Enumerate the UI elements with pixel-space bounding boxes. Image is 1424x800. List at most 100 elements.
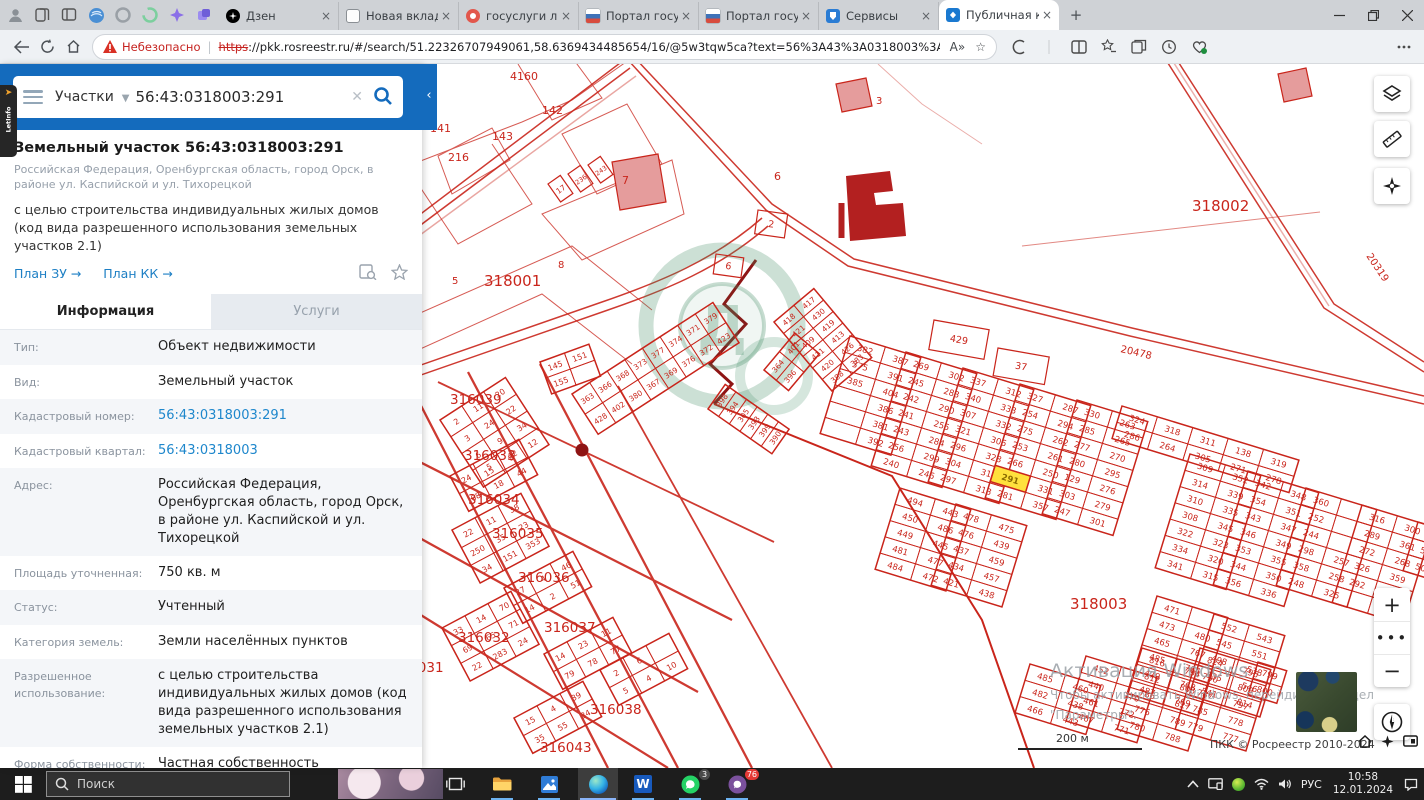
- extension-icon-purple-squares[interactable]: [195, 6, 213, 24]
- workspaces-icon[interactable]: [33, 6, 51, 24]
- tab-close-icon[interactable]: ×: [561, 9, 571, 23]
- whatsapp-icon[interactable]: 3: [670, 768, 710, 800]
- cadastral-map[interactable]: Д 382 387 375 391 385 404 386 381 392 269 302 245 28…: [422, 64, 1424, 768]
- panorama-icon[interactable]: [1403, 735, 1418, 752]
- attribute-value-link[interactable]: 56:43:0318003: [158, 442, 410, 461]
- parcel-cell[interactable]: 17: [547, 174, 574, 203]
- parcel-number: 459: [987, 555, 1005, 569]
- action-center-icon[interactable]: [1404, 778, 1418, 791]
- parcel-cell[interactable]: 243: [587, 155, 614, 184]
- zoom-out-button[interactable]: −: [1374, 654, 1410, 687]
- back-button[interactable]: [8, 34, 34, 60]
- browser-tab-3[interactable]: госуслуги лич×: [459, 2, 579, 30]
- close-window-button[interactable]: [1390, 0, 1424, 30]
- start-button[interactable]: [0, 768, 46, 800]
- map-label: 316038: [590, 702, 642, 718]
- tab-close-icon[interactable]: ×: [801, 9, 811, 23]
- volume-icon[interactable]: [1278, 778, 1292, 790]
- browser-tab-1[interactable]: Дзен ×: [219, 2, 339, 30]
- tab-close-icon[interactable]: ×: [921, 9, 931, 23]
- measure-ruler-button[interactable]: [1374, 121, 1410, 157]
- more-tools-button[interactable]: •••: [1374, 621, 1410, 654]
- browser-tab-5[interactable]: Портал госуда×: [699, 2, 819, 30]
- tab-close-icon[interactable]: ×: [1042, 8, 1052, 22]
- language-indicator[interactable]: РУС: [1301, 778, 1322, 791]
- preview-document-icon[interactable]: [359, 264, 377, 283]
- taskbar-clock[interactable]: 10:58 12.01.2024: [1333, 771, 1393, 797]
- vertical-tabs-icon[interactable]: [60, 6, 78, 24]
- file-explorer-icon[interactable]: [482, 768, 522, 800]
- word-icon[interactable]: W: [623, 768, 663, 800]
- browser-tab-4[interactable]: Портал госуда×: [579, 2, 699, 30]
- parcel-block[interactable]: 145 151155: [539, 343, 602, 395]
- menu-hamburger-icon[interactable]: [23, 90, 43, 104]
- parcel-cell[interactable]: 429: [928, 319, 990, 360]
- extension-icon-purple-spark[interactable]: [168, 6, 186, 24]
- history-icon[interactable]: [1157, 35, 1181, 59]
- favorites-icon[interactable]: [1097, 35, 1121, 59]
- extension-icon-blue[interactable]: [87, 6, 105, 24]
- minimize-button[interactable]: [1322, 0, 1356, 30]
- home-map-icon[interactable]: [1358, 734, 1372, 752]
- browser-tab-7[interactable]: Публичная ка×: [939, 0, 1059, 30]
- photos-app-icon[interactable]: [529, 768, 569, 800]
- tab-information[interactable]: Информация: [0, 294, 211, 330]
- map-label: 316034: [468, 492, 520, 508]
- collections-icon[interactable]: [1007, 35, 1031, 59]
- tab-close-icon[interactable]: ×: [681, 9, 691, 23]
- plan-zu-link[interactable]: План ЗУ →: [14, 266, 81, 281]
- browser-tab-6[interactable]: Сервисы ×: [819, 2, 939, 30]
- zoom-in-button[interactable]: +: [1374, 588, 1410, 621]
- viber-icon[interactable]: 76: [717, 768, 759, 800]
- restore-button[interactable]: [1356, 0, 1390, 30]
- news-widget-photo[interactable]: [338, 769, 443, 799]
- basemap-thumbnail[interactable]: [1296, 672, 1357, 732]
- parcel-number: 402: [610, 400, 627, 415]
- parcel-cell[interactable]: [824, 400, 867, 429]
- split-screen-icon[interactable]: [1067, 35, 1091, 59]
- map-label: 143: [492, 130, 513, 143]
- settings-menu-icon[interactable]: [1392, 35, 1416, 59]
- tab-close-icon[interactable]: ×: [441, 9, 451, 23]
- panel-collapse-button[interactable]: ‹: [422, 88, 436, 103]
- tab-close-icon[interactable]: ×: [321, 9, 331, 23]
- home-button[interactable]: [60, 34, 86, 60]
- favorite-star-icon[interactable]: ☆: [975, 40, 986, 54]
- read-aloud-icon[interactable]: A»: [950, 40, 966, 54]
- new-tab-button[interactable]: +: [1063, 2, 1089, 28]
- cast-display-icon[interactable]: [1207, 778, 1223, 790]
- search-bar[interactable]: Участки ▼ ✕: [13, 76, 403, 118]
- collections-add-icon[interactable]: [1127, 35, 1151, 59]
- search-input[interactable]: [135, 88, 342, 106]
- profile-avatar-icon[interactable]: [6, 6, 24, 24]
- parcel-number: 308: [1181, 510, 1199, 524]
- letinfo-side-tab[interactable]: ➤ LetInfo: [0, 85, 17, 157]
- extension-icon-teal[interactable]: [141, 6, 159, 24]
- search-category-select[interactable]: Участки: [55, 89, 114, 105]
- chevron-down-icon[interactable]: ▼: [122, 93, 130, 104]
- edge-browser-icon[interactable]: [578, 768, 618, 800]
- plan-kk-link[interactable]: План КК →: [103, 266, 172, 281]
- hidden-icons-chevron[interactable]: [1187, 780, 1199, 788]
- antivirus-tray-icon[interactable]: [1231, 777, 1245, 791]
- locate-button[interactable]: [1374, 168, 1410, 204]
- layers-button[interactable]: [1374, 76, 1410, 112]
- parcel-cell[interactable]: [645, 632, 679, 664]
- browser-essentials-icon[interactable]: [1187, 35, 1211, 59]
- attribute-value-link[interactable]: 56:43:0318003:291: [158, 407, 410, 426]
- tab-services[interactable]: Услуги: [211, 294, 422, 330]
- parcel-cell[interactable]: [829, 384, 872, 413]
- taskbar-search-box[interactable]: Поиск: [46, 771, 290, 797]
- wifi-icon[interactable]: [1254, 778, 1269, 790]
- browser-tab-2[interactable]: Новая вкладк×: [339, 2, 459, 30]
- address-bar[interactable]: Небезопасно | https ://pkk.rosreestr.ru/…: [92, 33, 997, 60]
- favorite-outline-star-icon[interactable]: [390, 263, 409, 283]
- extension-icon-gray[interactable]: [114, 6, 132, 24]
- locate-small-icon[interactable]: [1381, 735, 1394, 752]
- parcel-block[interactable]: 2744614251: [502, 550, 593, 625]
- parcel-cell[interactable]: 236: [567, 164, 594, 193]
- search-icon[interactable]: [373, 86, 393, 109]
- refresh-button[interactable]: [34, 34, 60, 60]
- clear-search-icon[interactable]: ✕: [351, 89, 363, 105]
- task-view-button[interactable]: [435, 768, 475, 800]
